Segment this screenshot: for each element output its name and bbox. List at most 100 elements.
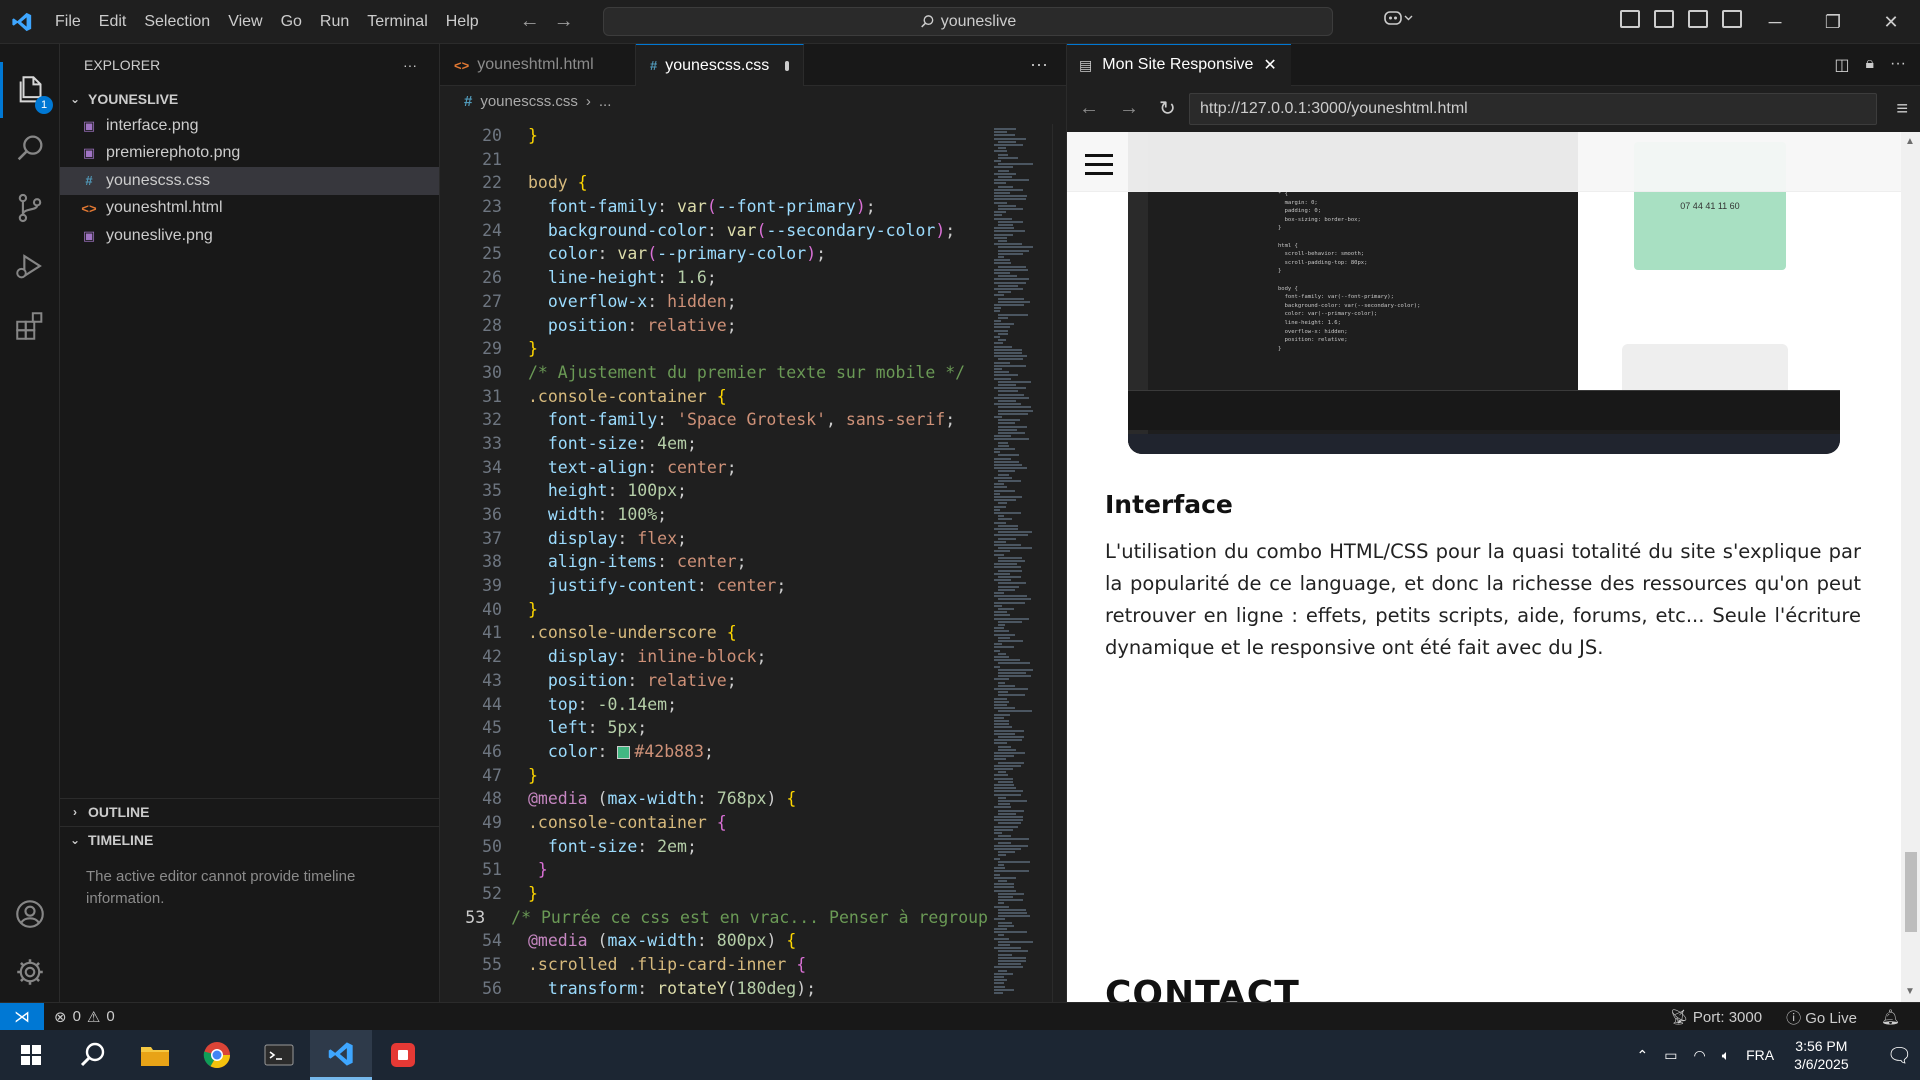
- split-editor-icon[interactable]: ◫: [1834, 55, 1849, 75]
- menu-item-go[interactable]: Go: [272, 0, 311, 44]
- chrome-icon[interactable]: [186, 1030, 248, 1080]
- error-count: 0: [72, 1007, 81, 1025]
- windows-start-icon[interactable]: [0, 1030, 62, 1080]
- close-tab-icon[interactable]: ✕: [1263, 55, 1276, 75]
- more-actions-icon[interactable]: ···: [1890, 55, 1906, 75]
- color-swatch[interactable]: [617, 745, 631, 759]
- minimap-line: [998, 531, 1032, 534]
- code-token: @media: [528, 789, 588, 809]
- port-status[interactable]: 📡︎ Port: 3000: [1670, 1008, 1762, 1026]
- extensions-icon[interactable]: [0, 298, 60, 354]
- toggle-panel-icon[interactable]: [1688, 10, 1708, 28]
- code-token: background-color: [528, 220, 707, 240]
- browser-forward-icon[interactable]: →: [1119, 97, 1139, 120]
- breadcrumb-file[interactable]: younescss.css: [480, 93, 578, 110]
- file-item[interactable]: ▣ youneslive.png: [60, 222, 439, 250]
- tray-chevron-up-icon[interactable]: ⌃: [1637, 1047, 1649, 1064]
- minimap-line: [994, 790, 1023, 793]
- outline-label: OUTLINE: [88, 804, 150, 820]
- vscode-taskbar-icon[interactable]: [310, 1030, 372, 1080]
- minimap-line: [994, 217, 1012, 220]
- clock[interactable]: 3:56 PM 3/6/2025: [1794, 1037, 1849, 1073]
- file-item[interactable]: <> youneshtml.html: [60, 195, 439, 223]
- toggle-secondary-sidebar-icon[interactable]: [1722, 10, 1742, 28]
- file-item[interactable]: ▣ premierephoto.png: [60, 140, 439, 168]
- code-token: center: [716, 576, 777, 596]
- code-token: ;: [726, 670, 737, 690]
- back-arrow-icon[interactable]: ←: [520, 10, 540, 33]
- menu-item-run[interactable]: Run: [311, 0, 358, 44]
- antenna-icon: ⓘ: [1786, 1009, 1802, 1027]
- menu-item-view[interactable]: View: [219, 0, 271, 44]
- editor-tab[interactable]: # younescss.css: [636, 44, 804, 86]
- search-icon[interactable]: [0, 120, 60, 176]
- folder-youneslive[interactable]: ⌄ YOUNESLIVE: [60, 86, 439, 112]
- notification-center-icon[interactable]: 🗨︎: [1887, 1043, 1912, 1068]
- customize-layout-icon[interactable]: [1620, 10, 1640, 28]
- menu-item-edit[interactable]: Edit: [90, 0, 136, 44]
- browser-scrollbar[interactable]: ▲ ▼: [1901, 132, 1920, 1002]
- browser-scroll-thumb[interactable]: [1905, 852, 1917, 932]
- terminal-icon[interactable]: [248, 1030, 310, 1080]
- problems-indicator[interactable]: ⊗ 0 ⚠ 0: [54, 1008, 115, 1026]
- breadcrumb-symbol[interactable]: ...: [599, 93, 612, 110]
- activity-bar: 1: [0, 44, 60, 1002]
- toggle-primary-sidebar-icon[interactable]: [1654, 10, 1674, 28]
- site-menu-icon[interactable]: [1085, 154, 1113, 181]
- minimap-line: [998, 454, 1019, 457]
- minimap[interactable]: [988, 124, 1052, 1002]
- minimap-line: [998, 390, 1018, 393]
- lock-group-icon[interactable]: 🔒︎: [1866, 55, 1875, 75]
- language-indicator[interactable]: FRA: [1746, 1047, 1774, 1063]
- editor-scrollbar[interactable]: [1052, 124, 1066, 1002]
- code-editor[interactable]: 20} 21 22 body {23 font-family: var(--font-…: [440, 124, 988, 1002]
- notifications-bell-icon[interactable]: 🔔︎: [1881, 1008, 1900, 1026]
- forward-arrow-icon[interactable]: →: [554, 10, 574, 33]
- close-window-icon[interactable]: ✕: [1862, 0, 1920, 44]
- minimap-line: [998, 163, 1033, 166]
- code-token: 768px: [716, 789, 767, 809]
- settings-gear-icon[interactable]: [0, 944, 60, 1000]
- address-bar[interactable]: http://127.0.0.1:3000/youneshtml.html: [1189, 93, 1877, 125]
- source-control-icon[interactable]: [0, 180, 60, 236]
- browser-menu-icon[interactable]: ≡: [1896, 98, 1908, 121]
- menu-item-file[interactable]: File: [46, 0, 90, 44]
- taskbar-search-icon[interactable]: [62, 1030, 124, 1080]
- editor-more-actions[interactable]: ···: [1030, 54, 1048, 75]
- go-live-status[interactable]: ⓘ Go Live: [1786, 1007, 1857, 1028]
- battery-icon[interactable]: ▭: [1664, 1047, 1677, 1064]
- menu-item-terminal[interactable]: Terminal: [358, 0, 436, 44]
- outline-section[interactable]: › OUTLINE: [60, 798, 440, 825]
- menu-item-help[interactable]: Help: [437, 0, 488, 44]
- file-item[interactable]: # younescss.css: [60, 167, 439, 195]
- scroll-down-icon[interactable]: ▼: [1905, 986, 1915, 997]
- accounts-icon[interactable]: [0, 886, 60, 942]
- minimap-line: [998, 624, 1005, 626]
- app-red-icon[interactable]: [372, 1030, 434, 1080]
- code-token: :: [657, 552, 678, 572]
- remote-indicator-icon[interactable]: ⋊: [0, 1002, 44, 1031]
- scroll-up-icon[interactable]: ▲: [1905, 136, 1915, 147]
- volume-icon[interactable]: 🔈︎: [1722, 1047, 1730, 1064]
- copilot-icon[interactable]: [1384, 9, 1414, 32]
- wifi-icon[interactable]: ◠: [1693, 1047, 1705, 1064]
- timeline-section[interactable]: ⌄ TIMELINE: [60, 826, 440, 853]
- file-item[interactable]: ▣ interface.png: [60, 112, 439, 140]
- code-line: 49 .console-container {: [440, 811, 988, 835]
- editor-tab[interactable]: <> youneshtml.html: [440, 44, 636, 86]
- line-number: 22: [482, 173, 502, 193]
- explorer-more-actions[interactable]: ···: [403, 57, 417, 73]
- run-and-debug-icon[interactable]: [0, 238, 60, 294]
- reload-icon[interactable]: ↻: [1159, 96, 1176, 121]
- unsaved-dot-icon[interactable]: [785, 60, 789, 71]
- minimap-line: [994, 137, 1026, 140]
- code-line: 24 background-color: var(--secondary-col…: [440, 219, 988, 243]
- restore-icon[interactable]: ❐: [1804, 0, 1862, 44]
- command-center-search[interactable]: youneslive: [603, 7, 1333, 36]
- browser-tab[interactable]: ▤ Mon Site Responsive ✕: [1067, 43, 1291, 86]
- browser-back-icon[interactable]: ←: [1079, 97, 1099, 120]
- minimize-icon[interactable]: ─: [1746, 0, 1804, 44]
- menu-item-selection[interactable]: Selection: [135, 0, 219, 44]
- explorer-icon[interactable]: 1: [0, 62, 60, 118]
- file-explorer-icon[interactable]: [124, 1030, 186, 1080]
